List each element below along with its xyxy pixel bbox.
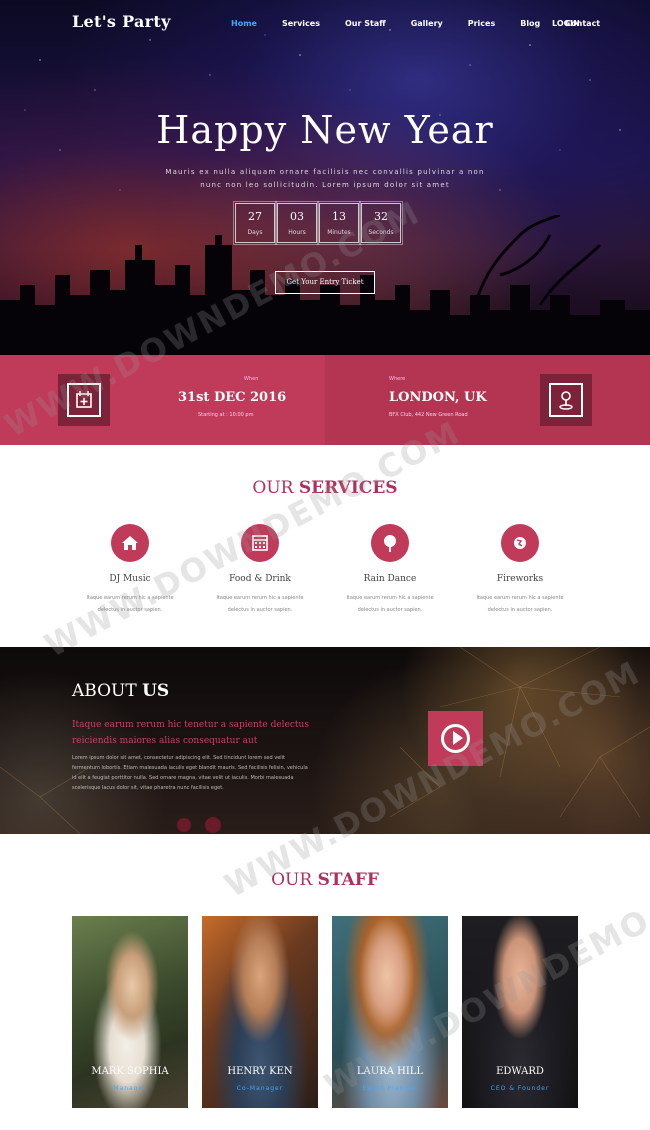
service-desc-line: Itaque earum rerum hic a sapiente [86,595,174,601]
service-item[interactable]: Rain Dance Itaque earum rerum hic a sapi… [325,524,455,616]
staff-photo [202,916,318,1108]
staff-name: LAURA HILL [356,1066,424,1077]
event-where-panel: Where LONDON, UK BFX Club, 442 New Green… [325,355,650,445]
service-desc: Itaque earum rerum hic a sapiente delect… [325,592,455,616]
service-desc-line: Itaque earum rerum hic a sapiente [476,595,564,601]
service-desc-line: Itaque earum rerum hic a sapiente [346,595,434,601]
service-desc: Itaque earum rerum hic a sapiente delect… [195,592,325,616]
globe-icon [501,524,539,562]
nav-item-gallery[interactable]: Gallery [411,19,443,28]
staff-name: EDWARD [496,1066,544,1077]
event-date: 31st DEC 2016 [178,390,287,405]
about-lead: Itaque earum rerum hic tenetur a sapient… [72,720,309,746]
staff-role: Manager [113,1085,147,1092]
countdown-minutes: 13 Minutes [317,201,361,245]
countdown-value: 13 [332,210,346,223]
title-bold: US [142,681,170,701]
countdown-value: 32 [374,210,388,223]
service-desc-line: delectus in auctor sapien. [357,607,423,613]
services-title: OUR SERVICES [0,478,650,498]
countdown-value: 27 [248,210,262,223]
service-item[interactable]: Fireworks Itaque earum rerum hic a sapie… [455,524,585,616]
hero-title: Happy New Year [156,108,494,152]
staff-photo [332,916,448,1108]
get-ticket-button[interactable]: Get Your Entry Ticket [275,271,375,294]
title-light: OUR [271,870,313,890]
service-name: DJ Music [109,574,151,584]
staff-photo [462,916,578,1108]
event-address: BFX Club, 442 New Green Road [389,412,468,418]
hero-section: Let's Party Home Services Our Staff Gall… [0,0,650,355]
service-desc-line: delectus in auctor sapien. [227,607,293,613]
login-link[interactable]: LOGIN [552,19,580,28]
service-item[interactable]: Food & Drink Itaque earum rerum hic a sa… [195,524,325,616]
title-bold: SERVICES [298,478,398,498]
staff-card[interactable]: MARK SOPHIA Manager [72,916,188,1108]
staff-card[interactable]: EDWARD CEO & Founder [462,916,578,1108]
nav-item-services[interactable]: Services [282,19,320,28]
hero-subtitle: Mauris ex nulla aliquam ornare facilisis… [165,168,485,189]
service-name: Fireworks [496,574,544,584]
service-desc-line: delectus in auctor sapien. [487,607,553,613]
location-pin-icon [540,374,592,426]
countdown-label: Hours [288,229,306,236]
about-section: ABOUT US Itaque earum rerum hic tenetur … [0,647,650,834]
when-label: When [244,376,259,382]
service-desc-line: Itaque earum rerum hic a sapiente [216,595,304,601]
service-desc-line: delectus in auctor sapien. [97,607,163,613]
nav-item-our-staff[interactable]: Our Staff [345,19,386,28]
title-light: ABOUT [72,681,137,701]
countdown-days: 27 Days [233,201,277,245]
countdown-seconds: 32 Seconds [359,201,403,245]
service-desc: Itaque earum rerum hic a sapiente delect… [65,592,195,616]
staff-photo [72,916,188,1108]
home-icon [111,524,149,562]
nav-item-blog[interactable]: Blog [520,19,540,28]
service-name: Food & Drink [229,574,291,584]
countdown-label: Days [247,229,263,236]
play-icon [453,731,463,745]
service-item[interactable]: DJ Music Itaque earum rerum hic a sapien… [65,524,195,616]
event-time: Starting at : 10:00 pm [198,412,254,418]
countdown-timer: 27 Days 03 Hours 13 Minutes 32 Seconds [233,201,403,245]
staff-card[interactable]: LAURA HILL Event Planner [332,916,448,1108]
service-name: Rain Dance [363,574,417,584]
countdown-hours: 03 Hours [275,201,319,245]
calendar-icon [241,524,279,562]
site-logo[interactable]: Let's Party [72,12,171,31]
staff-role: Co-Manager [236,1085,284,1092]
countdown-label: Seconds [368,229,394,236]
top-nav: Let's Party Home Services Our Staff Gall… [0,0,650,48]
event-location: LONDON, UK [389,390,487,405]
about-title: ABOUT US [72,681,169,701]
service-desc: Itaque earum rerum hic a sapiente delect… [455,592,585,616]
event-when-panel: When 31st DEC 2016 Starting at : 10:00 p… [0,355,325,445]
staff-name: HENRY KEN [227,1066,293,1077]
calendar-add-icon [58,374,110,426]
where-label: Where [389,376,406,382]
tree-icon [371,524,409,562]
nav-item-home[interactable]: Home [231,19,257,28]
play-video-button[interactable] [428,711,483,766]
staff-role: CEO & Founder [490,1085,550,1092]
staff-title: OUR STAFF [0,870,650,890]
staff-card[interactable]: HENRY KEN Co-Manager [202,916,318,1108]
title-bold: STAFF [317,870,379,890]
about-body: Lorem ipsum dolor sit amet, consectetur … [72,755,308,791]
staff-name: MARK SOPHIA [91,1066,169,1077]
event-info-bar: When 31st DEC 2016 Starting at : 10:00 p… [0,355,650,445]
countdown-label: Minutes [327,229,351,236]
title-light: OUR [252,478,294,498]
nav-item-prices[interactable]: Prices [468,19,495,28]
staff-role: Event Planner [362,1085,418,1092]
countdown-value: 03 [290,210,304,223]
